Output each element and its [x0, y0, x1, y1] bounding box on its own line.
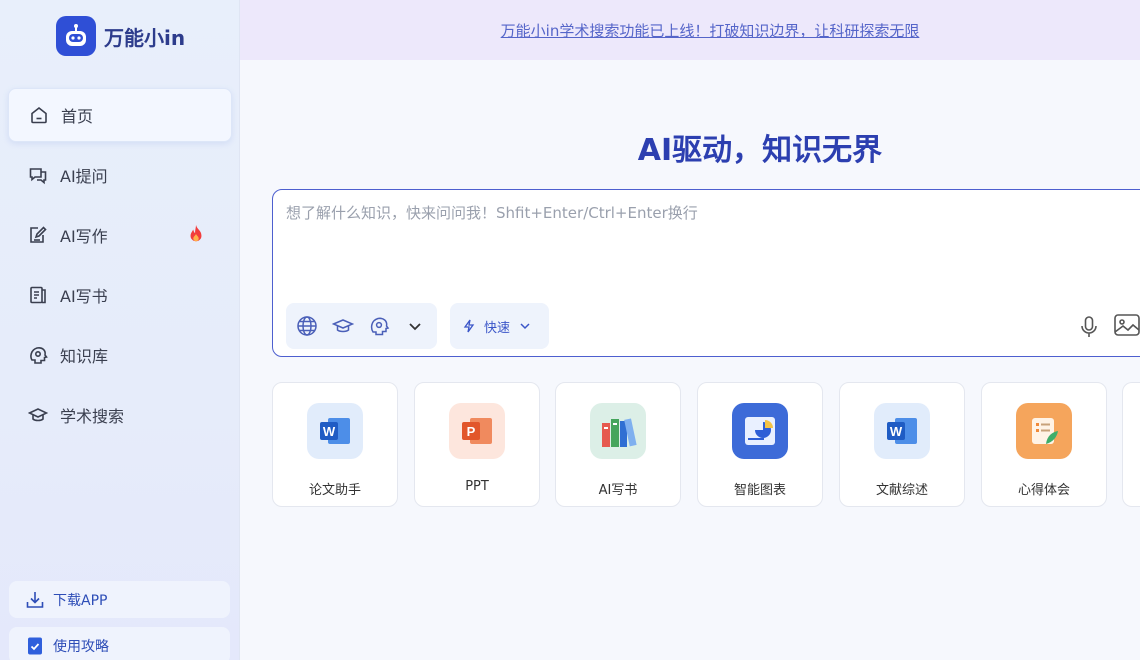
- fire-icon: [190, 224, 202, 242]
- logo[interactable]: 万能小in: [56, 16, 185, 56]
- graduation-cap-icon[interactable]: [332, 315, 354, 337]
- microphone-icon[interactable]: [1078, 315, 1100, 339]
- question-input-placeholder: 想了解什么知识，快来问问我！Shfit+Enter/Ctrl+Enter换行: [286, 204, 698, 222]
- svg-text:W: W: [890, 424, 903, 439]
- nav-item-ai-ask[interactable]: AI提问: [8, 148, 232, 202]
- nav-label: 学术搜索: [60, 407, 125, 426]
- card-label: 心得体会: [1017, 483, 1070, 498]
- card-label: 论文助手: [308, 483, 361, 498]
- user-guide-button[interactable]: 使用攻略: [9, 627, 230, 660]
- knowledge-icon: [30, 347, 48, 364]
- card-smart-chart[interactable]: 智能图表: [697, 382, 823, 507]
- notes-icon: [1016, 403, 1072, 459]
- mode-selector[interactable]: 快速: [450, 303, 549, 349]
- announcement-link[interactable]: 万能小in学术搜索功能已上线！打破知识边界，让科研探索无限: [461, 20, 920, 41]
- nav-label: AI写书: [60, 287, 108, 306]
- download-app-label: 下载APP: [53, 592, 108, 609]
- sidebar: 万能小in 首页 AI提问 AI写作 AI写书 知识库 学术搜索 下载APP 使…: [0, 0, 240, 660]
- nav-item-academic-search[interactable]: 学术搜索: [8, 388, 232, 442]
- nav-label: 知识库: [60, 347, 109, 366]
- card-ppt[interactable]: P PPT: [414, 382, 540, 507]
- card-ai-book[interactable]: AI写书: [555, 382, 681, 507]
- nav-menu: 首页 AI提问 AI写作 AI写书 知识库 学术搜索: [8, 88, 232, 448]
- nav-item-knowledge-base[interactable]: 知识库: [8, 328, 232, 382]
- image-upload-icon[interactable]: [1113, 313, 1140, 337]
- download-icon: [26, 591, 44, 608]
- ppt-icon: P: [449, 403, 505, 459]
- mode-label: 快速: [484, 320, 511, 336]
- chevron-down-icon: [520, 323, 530, 330]
- nav-item-ai-write[interactable]: AI写作: [8, 208, 232, 262]
- chat-icon: [29, 168, 47, 185]
- announcement-banner: 万能小in学术搜索功能已上线！打破知识边界，让科研探索无限: [240, 0, 1140, 60]
- card-paper-assistant[interactable]: W 论文助手: [272, 382, 398, 507]
- card-label: AI写书: [598, 483, 638, 498]
- card-literature-review[interactable]: W 文献综述: [839, 382, 965, 507]
- card-label: 智能图表: [733, 483, 786, 498]
- home-icon: [31, 106, 47, 124]
- nav-label: AI写作: [60, 227, 108, 246]
- word-icon: W: [307, 403, 363, 459]
- chart-icon: [732, 403, 788, 459]
- card-label: 文献综述: [875, 483, 928, 498]
- search-tools-group: [286, 303, 437, 349]
- svg-text:W: W: [323, 424, 336, 439]
- nav-label: 首页: [61, 107, 94, 126]
- download-app-button[interactable]: 下载APP: [9, 581, 230, 618]
- card-reflections[interactable]: 心得体会: [981, 382, 1107, 507]
- knowledge-icon[interactable]: [368, 315, 390, 337]
- nav-item-home[interactable]: 首页: [8, 88, 232, 142]
- question-input[interactable]: 想了解什么知识，快来问问我！Shfit+Enter/Ctrl+Enter换行 快…: [272, 189, 1140, 357]
- guide-doc-icon: [28, 637, 42, 654]
- nav-item-ai-book[interactable]: AI写书: [8, 268, 232, 322]
- books-icon: [590, 403, 646, 459]
- edit-icon: [30, 226, 47, 243]
- app-name: 万能小in: [104, 25, 186, 50]
- word-icon: W: [874, 403, 930, 459]
- user-guide-label: 使用攻略: [53, 638, 109, 655]
- globe-icon[interactable]: [296, 315, 318, 337]
- lightning-icon: [463, 319, 475, 333]
- graduation-cap-icon: [28, 408, 48, 422]
- robot-logo-icon: [56, 16, 96, 56]
- hero-title: AI驱动，知识无界: [637, 133, 883, 168]
- card-partial[interactable]: [1122, 382, 1140, 507]
- card-label: PPT: [465, 479, 489, 494]
- nav-label: AI提问: [60, 167, 108, 186]
- book-icon: [30, 286, 46, 304]
- chevron-down-icon[interactable]: [404, 315, 426, 337]
- svg-text:P: P: [467, 424, 476, 439]
